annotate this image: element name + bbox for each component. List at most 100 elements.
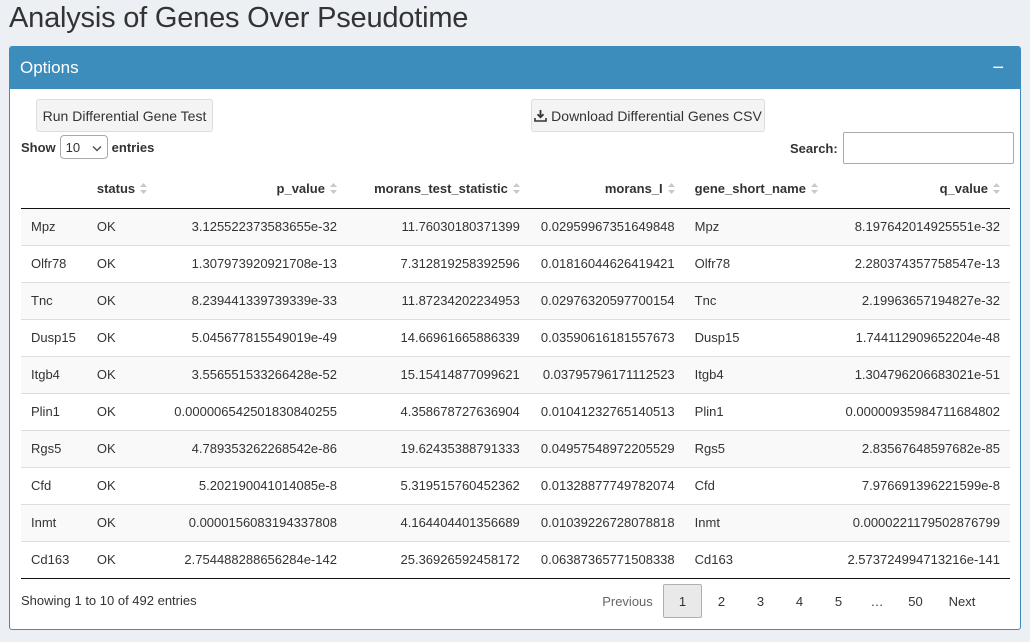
- p-value-cell: 4.789353262268542e-86: [162, 429, 347, 467]
- table-row: Cfd OK 5.202190041014085e-8 5.3195157604523…: [21, 466, 1010, 504]
- table-header-row: status p_value morans_test_statistic mor…: [21, 171, 1010, 209]
- p-value-cell: 1.307973920921708e-13: [162, 244, 347, 282]
- page-button-last[interactable]: 50: [896, 584, 935, 618]
- page-button-4[interactable]: 4: [780, 584, 819, 618]
- q-value-cell: 1.744112909652204e-48: [827, 318, 1010, 356]
- q-value-cell: 2.19963657194827e-32: [827, 281, 1010, 319]
- gene-short-name-cell: Tnc: [684, 281, 828, 319]
- table-row: Itgb4 OK 3.556551533266428e-52 15.154148770…: [21, 355, 1010, 393]
- morans-i-cell: 0.03590616181557673: [529, 318, 685, 356]
- status-cell: OK: [96, 219, 116, 234]
- row-name-cell: Cfd: [21, 466, 87, 504]
- row-name-cell: Dusp15: [21, 318, 87, 356]
- morans-test-statistic-cell: 11.87234202234953: [346, 281, 530, 319]
- morans-test-statistic-cell: 5.319515760452362: [346, 466, 530, 504]
- status-cell: OK: [86, 503, 163, 541]
- page-button-1[interactable]: 1: [663, 584, 702, 618]
- sort-icon: [329, 182, 337, 197]
- status-cell: OK: [86, 466, 163, 504]
- q-value-cell: 7.976691396221599e-8: [827, 466, 1010, 504]
- column-header-rowname[interactable]: [21, 171, 87, 209]
- q-value-cell: 0.0000221179502876799: [827, 503, 1010, 541]
- morans-test-statistic-cell: 19.62435388791333: [346, 429, 530, 467]
- status-cell: OK: [86, 244, 163, 282]
- previous-page-button[interactable]: Previous: [592, 584, 663, 618]
- p-value-cell: 8.239441339739339e-33: [162, 281, 347, 319]
- morans-test-statistic-cell: 25.36926592458172: [346, 540, 530, 579]
- q-value-cell: 2.83567648597682e-85: [827, 429, 1010, 467]
- morans-i-cell: 0.01039226728078818: [529, 503, 685, 541]
- table-row: Rgs5 OK 4.789353262268542e-86 19.6243538879…: [21, 429, 1010, 467]
- row-name-cell: Inmt: [21, 503, 87, 541]
- sort-icon: [667, 182, 675, 197]
- q-value-cell: 1.304796206683021e-51: [827, 355, 1010, 393]
- show-label: Show: [21, 139, 56, 155]
- chevron-down-icon: [92, 140, 102, 155]
- status-cell: OK: [86, 429, 163, 467]
- table-row: Inmt OK 0.0000156083194337808 4.16440440135…: [21, 503, 1010, 541]
- entries-label: entries: [111, 139, 155, 155]
- gene-short-name-cell: Cd163: [684, 540, 828, 579]
- table-row: Cd163 OK 2.754488288656284e-142 25.36926592…: [21, 540, 1010, 579]
- options-box: Options − Run Differential Gene Test Dow…: [9, 46, 1021, 630]
- sort-icon: [993, 182, 1000, 197]
- column-header-morans-test-statistic[interactable]: morans_test_statistic: [346, 171, 530, 209]
- search-control: Search:: [790, 132, 1014, 164]
- collapse-button[interactable]: −: [988, 58, 1008, 78]
- morans-test-statistic-cell: 7.312819258392596: [346, 244, 530, 282]
- search-input[interactable]: [842, 132, 1014, 164]
- status-cell: OK: [86, 540, 163, 579]
- options-box-title: Options: [20, 58, 79, 77]
- page-button-2[interactable]: 2: [702, 584, 741, 618]
- status-cell: OK: [86, 281, 163, 319]
- page-button-5[interactable]: 5: [819, 584, 858, 618]
- download-differential-genes-csv-button[interactable]: Download Differential Genes CSV: [531, 99, 765, 132]
- row-name-cell: Plin1: [21, 392, 87, 430]
- table-row: Plin1 OK 0.000006542501830840255 4.35867872…: [21, 392, 1010, 430]
- column-header-q-value[interactable]: q_value: [827, 171, 1010, 209]
- row-name-cell: Mpz: [31, 219, 56, 234]
- table-row: Mpz OK 3.125522373583655e-32 11.76030180371…: [21, 208, 1010, 245]
- p-value-cell: 3.125522373583655e-32: [191, 219, 337, 234]
- run-differential-gene-test-button[interactable]: Run Differential Gene Test: [36, 99, 213, 132]
- page-title: Analysis of Genes Over Pseudotime: [9, 2, 469, 34]
- q-value-cell: 2.573724994713216e-141: [827, 540, 1010, 579]
- column-header-morans-i[interactable]: morans_I: [529, 171, 685, 209]
- row-name-cell: Rgs5: [21, 429, 87, 467]
- morans-i-cell: 0.04957548972205529: [529, 429, 685, 467]
- status-cell: OK: [86, 318, 163, 356]
- search-label: Search:: [790, 140, 838, 156]
- gene-short-name-cell: Olfr78: [684, 244, 828, 282]
- morans-test-statistic-cell: 15.15414877099621: [346, 355, 530, 393]
- morans-test-statistic-cell: 4.358678727636904: [346, 392, 530, 430]
- row-name-cell: Cd163: [21, 540, 87, 579]
- morans-test-statistic-cell: 14.66961665886339: [346, 318, 530, 356]
- column-header-p-value[interactable]: p_value: [162, 171, 347, 209]
- row-name-cell: Olfr78: [21, 244, 87, 282]
- morans-test-statistic-cell: 4.164404401356689: [346, 503, 530, 541]
- table-row: Dusp15 OK 5.045677815549019e-49 14.66961665…: [21, 318, 1010, 356]
- row-name-cell: Tnc: [21, 281, 87, 319]
- morans-i-cell: 0.02959967351649848: [540, 219, 675, 234]
- p-value-cell: 5.045677815549019e-49: [162, 318, 347, 356]
- status-cell: OK: [86, 355, 163, 393]
- column-header-gene-short-name[interactable]: gene_short_name: [684, 171, 828, 209]
- sort-icon: [140, 182, 148, 197]
- gene-short-name-cell: Rgs5: [684, 429, 828, 467]
- q-value-cell: 8.197642014925551e-32: [854, 219, 1000, 234]
- page-button-3[interactable]: 3: [741, 584, 780, 618]
- column-header-status[interactable]: status: [86, 171, 163, 209]
- p-value-cell: 0.000006542501830840255: [162, 392, 347, 430]
- gene-short-name-cell: Itgb4: [684, 355, 828, 393]
- morans-i-cell: 0.06387365771508338: [529, 540, 685, 579]
- morans-test-statistic-cell: 11.76030180371399: [401, 219, 520, 234]
- gene-short-name-cell: Inmt: [684, 503, 828, 541]
- pagination-ellipsis: …: [870, 593, 884, 609]
- q-value-cell: 2.280374357758547e-13: [827, 244, 1010, 282]
- table-info: Showing 1 to 10 of 492 entries: [21, 593, 197, 608]
- entries-select[interactable]: 10: [59, 135, 108, 159]
- row-name-cell: Itgb4: [21, 355, 87, 393]
- gene-short-name-cell: Mpz: [694, 219, 720, 234]
- p-value-cell: 5.202190041014085e-8: [162, 466, 347, 504]
- next-page-button[interactable]: Next: [935, 584, 989, 618]
